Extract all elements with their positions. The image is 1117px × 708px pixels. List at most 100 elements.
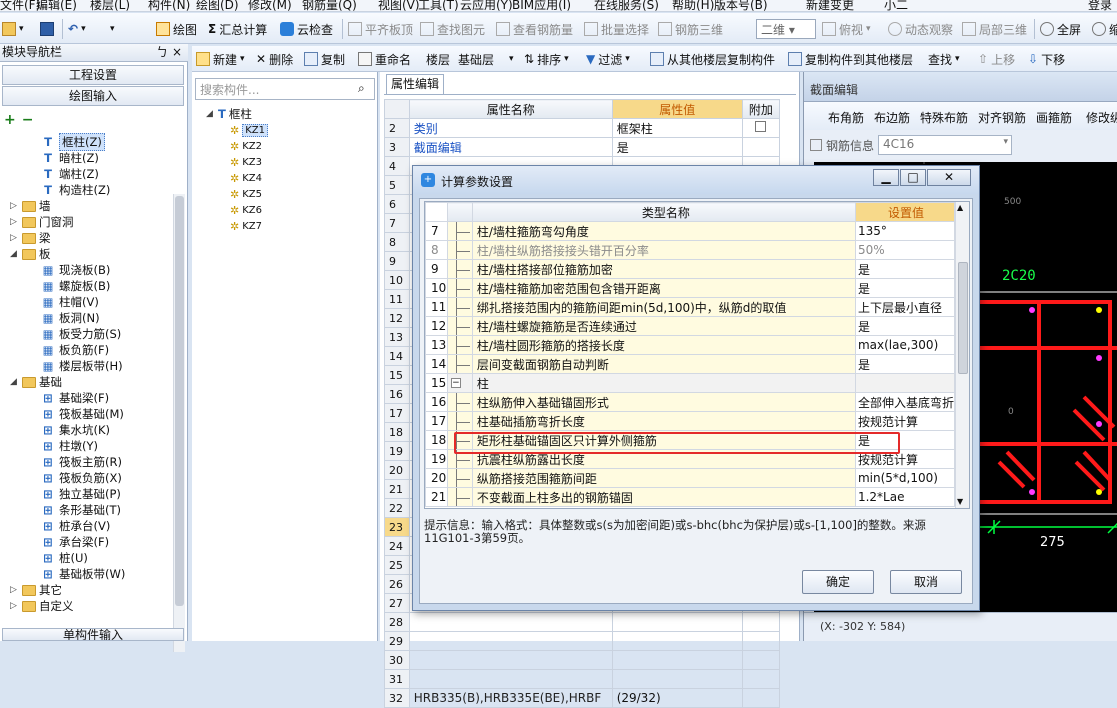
menu-item[interactable]: 修改(M) xyxy=(248,0,292,11)
param-row[interactable]: 20 纵筋搭接范围箍筋间距 min(5*d,100) xyxy=(425,468,956,488)
scroll-up-icon[interactable]: ▲ xyxy=(957,203,963,212)
single-input-button[interactable]: 单构件输入 xyxy=(2,628,184,641)
param-row[interactable]: 12 柱/墙柱螺旋箍筋是否连续通过是 xyxy=(425,316,956,336)
undo-button[interactable]: ↶ ▾ xyxy=(68,20,86,38)
nav-tree-item[interactable]: T 构造柱(Z) xyxy=(40,182,110,198)
open-button[interactable]: ▾ xyxy=(2,20,24,38)
component-item[interactable]: ✲ KZ2 xyxy=(230,138,262,154)
property-value[interactable] xyxy=(611,631,743,651)
nav-tree-item[interactable]: ▦ 板受力筋(S) xyxy=(40,326,122,342)
top-view-button[interactable]: 俯视 ▾ xyxy=(822,20,871,38)
param-value[interactable]: 135° xyxy=(854,221,956,241)
param-row[interactable]: 15− 柱 xyxy=(425,373,956,393)
rebar-3d-button[interactable]: 钢筋三维 xyxy=(658,20,723,38)
param-row[interactable]: 9 柱/墙柱搭接部位箍筋加密是 xyxy=(425,259,956,279)
extra-checkbox[interactable] xyxy=(741,688,781,708)
param-value[interactable]: 是 xyxy=(854,259,956,279)
fullscreen-button[interactable]: 全屏 xyxy=(1040,20,1081,38)
nav-tree-item[interactable]: ▷ 墙 xyxy=(10,198,51,214)
menu-item[interactable]: 构件(N) xyxy=(148,0,190,11)
nav-tree-item[interactable]: T 框柱(Z) xyxy=(40,133,105,151)
cloud-check-button[interactable]: 云检查 xyxy=(280,20,333,38)
param-value[interactable]: min(5*d,100) xyxy=(854,468,956,488)
component-root[interactable]: ◢ T 框柱 xyxy=(206,106,252,122)
nav-tree-item[interactable]: T 暗柱(Z) xyxy=(40,150,99,166)
param-value[interactable]: 是 xyxy=(854,316,956,336)
checkbox[interactable] xyxy=(755,121,767,132)
nav-tree-item[interactable]: ◢ 基础 xyxy=(10,374,62,390)
find-element-button[interactable]: 查找图元 xyxy=(420,20,485,38)
search-icon[interactable]: ⌕ xyxy=(358,81,365,96)
param-value[interactable]: 50% xyxy=(854,240,956,260)
copy-button[interactable]: 复制 xyxy=(304,50,345,68)
extra-checkbox[interactable] xyxy=(741,612,781,632)
menu-item[interactable]: 帮助(H) xyxy=(672,0,714,11)
nav-tree-item[interactable]: ▦ 板洞(N) xyxy=(40,310,100,326)
param-value[interactable]: 全部伸入基底弯折 xyxy=(854,392,956,412)
ok-button[interactable]: 确定 xyxy=(802,570,874,594)
save-button[interactable] xyxy=(40,20,54,38)
draw-button[interactable]: 绘图 xyxy=(156,20,197,38)
drawing-input-button[interactable]: 绘图输入 xyxy=(2,86,184,106)
flat-board-button[interactable]: 平齐板顶 xyxy=(348,20,413,38)
move-down-button[interactable]: ⇩ 下移 xyxy=(1028,50,1065,68)
menu-item[interactable]: 版本号(B) xyxy=(714,0,768,11)
copy-to-floor-button[interactable]: 复制构件到其他楼层 xyxy=(788,50,913,68)
section-tool-button[interactable]: 布角筋 xyxy=(828,109,864,126)
nav-tree-item[interactable]: ▦ 板负筋(F) xyxy=(40,342,110,358)
nav-tree-item[interactable]: ▦ 现浇板(B) xyxy=(40,262,111,278)
maximize-button[interactable]: □ xyxy=(900,169,926,186)
menu-item[interactable]: 钢筋量(Q) xyxy=(302,0,357,11)
nav-tree-item[interactable]: ⊞ 承台梁(F) xyxy=(40,534,109,550)
property-row[interactable]: 30 xyxy=(384,650,781,670)
engineering-settings-button[interactable]: 工程设置 xyxy=(2,65,184,85)
menu-item[interactable]: 楼层(L) xyxy=(90,0,130,11)
scroll-thumb[interactable] xyxy=(958,262,968,374)
nav-tree-item[interactable]: ⊞ 桩(U) xyxy=(40,550,88,566)
nav-tree-item[interactable]: ▷ 门窗洞 xyxy=(10,214,74,230)
close-button[interactable]: ✕ xyxy=(927,169,971,186)
nav-tree-item[interactable]: ⊞ 独立基础(P) xyxy=(40,486,121,502)
nav-tree-item[interactable]: ⊞ 柱墩(Y) xyxy=(40,438,98,454)
param-row[interactable]: 13 柱/墙柱圆形箍筋的搭接长度 max(lae,300) xyxy=(425,335,956,355)
param-row[interactable]: 21 不变截面上柱多出的钢筋锚固 1.2*Lae xyxy=(425,487,956,507)
menu-item[interactable]: 登录 xyxy=(1088,0,1112,11)
expander-icon[interactable]: ▷ xyxy=(10,217,19,227)
floor-select[interactable]: 基础层 ▾ xyxy=(458,50,514,68)
nav-tree-item[interactable]: ⊞ 基础板带(W) xyxy=(40,566,125,582)
minimize-button[interactable]: ▁ xyxy=(873,169,899,186)
nav-tree-item[interactable]: ⊞ 桩承台(V) xyxy=(40,518,110,534)
property-row[interactable]: 3 截面编辑是 xyxy=(384,137,781,157)
nav-tree-item[interactable]: ⊞ 集水坑(K) xyxy=(40,422,110,438)
filter-button[interactable]: ▼ 过滤 ▾ xyxy=(586,50,630,68)
property-value[interactable] xyxy=(611,650,743,670)
menu-item[interactable]: 视图(V) xyxy=(378,0,420,11)
param-row[interactable]: 11 绑扎搭接范围内的箍筋间距min(5d,100)中，纵筋d的取值 上下层最小直径 xyxy=(425,297,956,317)
nav-tree-item[interactable]: ⊞ 筏板基础(M) xyxy=(40,406,124,422)
local-3d-button[interactable]: 局部三维 xyxy=(962,20,1027,38)
nav-tree-item[interactable]: ▦ 螺旋板(B) xyxy=(40,278,111,294)
param-row[interactable]: 8 柱/墙柱纵筋搭接接头错开百分率 50% xyxy=(425,240,956,260)
nav-scrollbar[interactable] xyxy=(173,194,185,652)
nav-tree-item[interactable]: ⊞ 筏板负筋(X) xyxy=(40,470,122,486)
view-mode-select[interactable]: 二维 ▾ xyxy=(756,19,816,39)
section-tool-button[interactable]: 画箍筋 xyxy=(1036,109,1072,126)
new-button[interactable]: 新建 ▾ xyxy=(196,50,245,68)
rename-button[interactable]: 重命名 xyxy=(358,50,411,68)
expander-icon[interactable]: ▷ xyxy=(10,601,19,611)
expander-icon[interactable]: ▷ xyxy=(10,585,19,595)
summary-button[interactable]: Σ 汇总计算 xyxy=(208,20,267,38)
component-item[interactable]: ✲ KZ7 xyxy=(230,218,262,234)
menu-item[interactable]: 在线服务(S) xyxy=(594,0,659,11)
extra-checkbox[interactable] xyxy=(741,631,781,651)
property-row[interactable]: 28 xyxy=(384,612,781,632)
nav-tree-item[interactable]: ⊞ 条形基础(T) xyxy=(40,502,121,518)
scroll-down-icon[interactable]: ▼ xyxy=(957,497,963,506)
nav-tree-item[interactable]: ▷ 梁 xyxy=(10,230,51,246)
component-item[interactable]: ✲ KZ6 xyxy=(230,202,262,218)
extra-checkbox[interactable] xyxy=(741,137,781,157)
param-value[interactable]: 是 xyxy=(854,278,956,298)
param-row[interactable]: 14 层间变截面钢筋自动判断是 xyxy=(425,354,956,374)
cancel-button[interactable]: 取消 xyxy=(890,570,962,594)
section-tool-button[interactable]: 对齐钢筋 xyxy=(978,109,1026,126)
